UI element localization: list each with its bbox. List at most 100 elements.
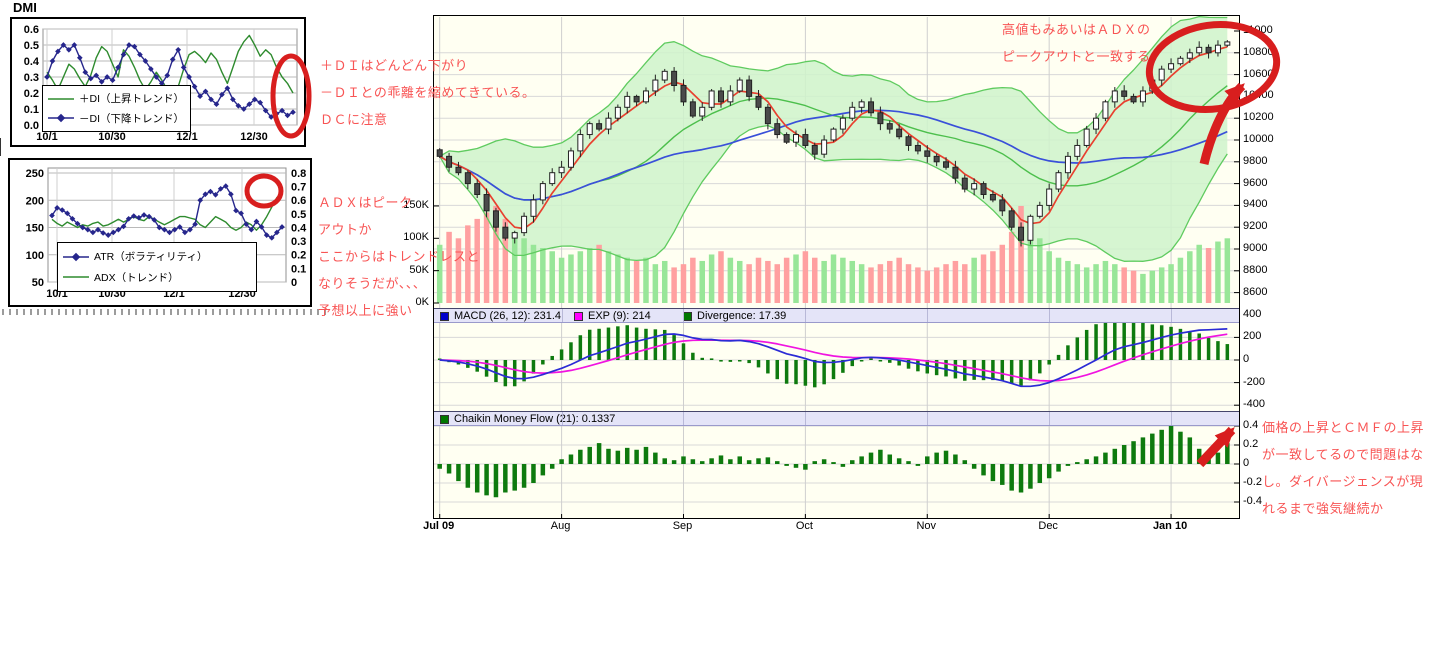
header-gridline xyxy=(927,309,928,322)
background-window-edge xyxy=(0,138,1,156)
header-gridline xyxy=(562,412,563,425)
note-line: なりそうだが、、、 xyxy=(318,270,480,297)
plus-di-label: ＋DI（上昇トレンド） xyxy=(79,91,184,106)
axis-tick-label: 200 xyxy=(26,195,44,207)
header-gridline xyxy=(562,309,563,322)
axis-tick-label: 0.8 xyxy=(291,168,306,180)
month-axis-label: Sep xyxy=(673,520,693,532)
header-gridline xyxy=(1171,412,1172,425)
note-top: 高値もみあいはＡＤＸの ピークアウトと一致する xyxy=(1002,16,1151,70)
adx-label: ADX（トレンド） xyxy=(94,270,179,285)
cmf-readout-label: Chaikin Money Flow (21): 0.1337 xyxy=(454,413,615,425)
atr-label: ATR（ボラティリティ） xyxy=(94,249,207,264)
axis-tick-label: 100 xyxy=(26,250,44,262)
background-window-peek xyxy=(2,309,328,315)
macd-axis-label: 200 xyxy=(1243,330,1261,342)
note-dmi: ＋ＤＩはどんどん下がり －ＤＩとの乖離を縮めてきている。 ＤＣに注意 xyxy=(320,52,535,133)
macd-axis-label: 0 xyxy=(1243,353,1249,365)
macd-panel xyxy=(434,323,1239,411)
note-line: 予想以上に強い xyxy=(318,297,480,324)
note-line: 価格の上昇とＣＭＦの上昇 xyxy=(1262,414,1424,441)
price-axis-label: 11000 xyxy=(1243,24,1273,36)
price-axis-label: 10000 xyxy=(1243,133,1274,145)
axis-tick-label: 12/30 xyxy=(240,131,268,143)
legend-row-atr: ATR（ボラティリティ） xyxy=(62,249,252,264)
axis-tick-label: 0.5 xyxy=(24,40,39,52)
atr-adx-legend: ATR（ボラティリティ） ADX（トレンド） xyxy=(57,242,257,292)
exp-readout-label: EXP (9): 214 xyxy=(588,310,651,322)
legend-row-adx: ADX（トレンド） xyxy=(62,270,252,285)
axis-tick-label: 0.2 xyxy=(291,250,306,262)
dmi-title: DMI xyxy=(13,0,37,15)
macd-header: MACD (26, 12): 231.4 EXP (9): 214 Diverg… xyxy=(434,308,1239,323)
header-gridline xyxy=(1049,412,1050,425)
header-gridline xyxy=(683,309,684,322)
cmf-axis-label: 0.2 xyxy=(1243,438,1258,450)
price-axis-label: 10400 xyxy=(1243,89,1274,101)
axis-tick-label: 10/30 xyxy=(98,131,126,143)
macd-axis-label: -200 xyxy=(1243,376,1265,388)
note-line: れるまで強気継続か xyxy=(1262,495,1424,522)
note-line: アウトか xyxy=(318,216,480,243)
adx-line-sample xyxy=(62,272,90,282)
axis-tick-label: 50 xyxy=(32,277,44,289)
price-axis-label: 9800 xyxy=(1243,155,1267,167)
price-axis-label: 9200 xyxy=(1243,220,1267,232)
note-line: し。ダイバージェンスが現 xyxy=(1262,468,1424,495)
minus-di-label: －DI（下降トレンド） xyxy=(79,111,184,126)
note-line: ピークアウトと一致する xyxy=(1002,43,1151,70)
cmf-axis-label: -0.4 xyxy=(1243,495,1262,507)
note-line: －ＤＩとの乖離を縮めてきている。 xyxy=(320,79,535,106)
atr-adx-chart-window: 250200150100500.80.70.60.50.40.30.20.101… xyxy=(8,158,312,307)
axis-tick-label: 0 xyxy=(291,277,297,289)
plus-di-line-sample xyxy=(47,94,75,104)
cmf-panel xyxy=(434,426,1239,518)
legend-row-plus-di: ＋DI（上昇トレンド） xyxy=(47,91,186,106)
note-adx: ＡＤＸはピーク アウトか ここからはトレンドレスと なりそうだが、、、 予想以上… xyxy=(318,189,480,324)
header-gridline xyxy=(805,412,806,425)
axis-tick-label: 0.1 xyxy=(24,104,39,116)
axis-tick-label: 0.3 xyxy=(24,72,39,84)
axis-tick-label: 12/1 xyxy=(176,131,197,143)
price-axis-label: 9400 xyxy=(1243,198,1267,210)
axis-tick-label: 250 xyxy=(26,168,44,180)
cmf-axis-label: 0.4 xyxy=(1243,419,1258,431)
axis-tick-label: 150 xyxy=(26,223,44,235)
note-line: ここからはトレンドレスと xyxy=(318,243,480,270)
cmf-header: Chaikin Money Flow (21): 0.1337 xyxy=(434,411,1239,426)
axis-tick-label: 0.1 xyxy=(291,263,306,275)
price-axis-label: 9600 xyxy=(1243,177,1267,189)
note-line: 高値もみあいはＡＤＸの xyxy=(1002,16,1151,43)
header-gridline xyxy=(683,412,684,425)
axis-tick-label: 0.2 xyxy=(24,88,39,100)
month-axis-label: Aug xyxy=(551,520,571,532)
cmf-axis-label: -0.2 xyxy=(1243,476,1262,488)
header-gridline xyxy=(1171,309,1172,322)
header-gridline xyxy=(927,412,928,425)
price-axis-label: 9000 xyxy=(1243,242,1267,254)
axis-tick-label: 0.4 xyxy=(24,56,40,68)
note-line: が一致してるので問題はな xyxy=(1262,441,1424,468)
main-chart-window: MACD (26, 12): 231.4 EXP (9): 214 Diverg… xyxy=(433,15,1240,519)
macd-axis-label: 400 xyxy=(1243,308,1261,320)
price-axis-label: 10600 xyxy=(1243,68,1274,80)
month-axis-label: Oct xyxy=(796,520,813,532)
atr-line-sample xyxy=(62,252,90,262)
price-axis-label: 8600 xyxy=(1243,286,1267,298)
axis-tick-label: 0.6 xyxy=(291,195,306,207)
exp-swatch-icon xyxy=(574,312,583,321)
cmf-readout: Chaikin Money Flow (21): 0.1337 xyxy=(440,413,615,425)
note-cmf: 価格の上昇とＣＭＦの上昇 が一致してるので問題はな し。ダイバージェンスが現 れ… xyxy=(1262,414,1424,522)
dmi-chart-window: 0.60.50.40.30.20.10.010/110/3012/112/30 … xyxy=(10,17,306,147)
axis-tick-label: 10/1 xyxy=(36,131,57,143)
note-line: ＡＤＸはピーク xyxy=(318,189,480,216)
note-line: ＤＣに注意 xyxy=(320,106,535,133)
divergence-readout-label: Divergence: 17.39 xyxy=(697,310,786,322)
exp-readout: EXP (9): 214 xyxy=(574,310,651,322)
axis-tick-label: 0.5 xyxy=(291,209,306,221)
month-axis-label: Jan 10 xyxy=(1153,520,1187,532)
dmi-legend: ＋DI（上昇トレンド） －DI（下降トレンド） xyxy=(42,85,191,132)
legend-row-minus-di: －DI（下降トレンド） xyxy=(47,111,186,126)
month-axis-label: Dec xyxy=(1038,520,1058,532)
cmf-histogram xyxy=(437,426,1229,497)
